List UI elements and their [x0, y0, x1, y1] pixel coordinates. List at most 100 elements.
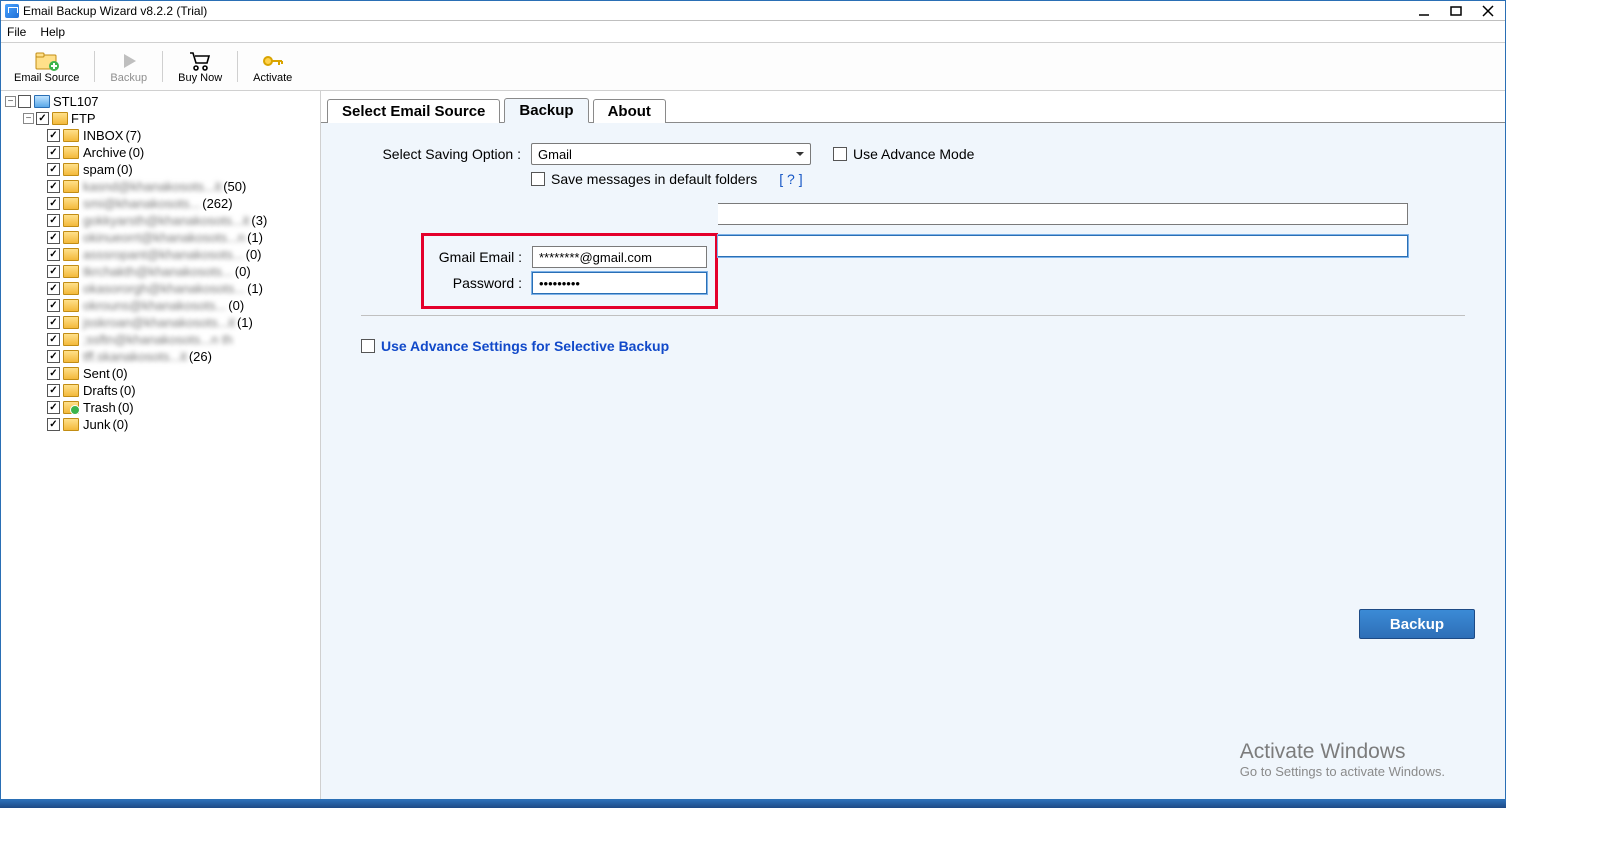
folder-label: tff.skanakosots...it — [83, 349, 187, 364]
email-row: Gmail Email : — [432, 246, 707, 268]
toolbar-separator — [162, 51, 163, 82]
tab-select-source[interactable]: Select Email Source — [327, 99, 500, 123]
folder-count: (0) — [120, 383, 136, 398]
checkbox[interactable] — [47, 367, 60, 380]
checkbox[interactable] — [47, 129, 60, 142]
folder-label: Drafts — [83, 383, 118, 398]
toolbar-separator — [237, 51, 238, 82]
gmail-email-input-ext[interactable] — [718, 203, 1408, 225]
folder-label: okasororgh@khanakosots... — [83, 281, 245, 296]
folder-label: okinueorrt@khanakosots...n — [83, 230, 245, 245]
checkbox[interactable] — [47, 231, 60, 244]
taskbar-strip — [0, 800, 1506, 808]
checkbox[interactable] — [47, 418, 60, 431]
save-default-checkbox[interactable] — [531, 172, 545, 186]
watermark-sub: Go to Settings to activate Windows. — [1240, 764, 1445, 779]
collapse-icon[interactable]: − — [5, 96, 16, 107]
tree-item[interactable]: Trash(0) — [1, 399, 320, 416]
tree-ftp[interactable]: − FTP — [1, 110, 320, 127]
use-advance-mode-checkbox[interactable] — [833, 147, 847, 161]
tree-item[interactable]: tkrchakth@khanakosots...(0) — [1, 263, 320, 280]
toolbar-activate[interactable]: Activate — [244, 45, 301, 88]
checkbox[interactable] — [47, 146, 60, 159]
folder-icon — [63, 197, 79, 210]
toolbar-email-source[interactable]: Email Source — [5, 45, 88, 88]
checkbox[interactable] — [47, 282, 60, 295]
folder-icon — [52, 112, 68, 125]
tree-item[interactable]: smi@khanakosots...(262) — [1, 195, 320, 212]
checkbox[interactable] — [47, 350, 60, 363]
computer-icon — [34, 95, 50, 108]
tree-item[interactable]: ;ssftn@khanakosots...n th — [1, 331, 320, 348]
checkbox[interactable] — [18, 95, 31, 108]
tab-backup[interactable]: Backup — [504, 98, 588, 123]
folder-count: (0) — [228, 298, 244, 313]
checkbox[interactable] — [36, 112, 49, 125]
folder-count: (0) — [128, 145, 144, 160]
toolbar-backup-label: Backup — [110, 72, 147, 84]
password-input[interactable] — [532, 272, 707, 294]
tree-root[interactable]: − STL107 — [1, 93, 320, 110]
minimize-button[interactable] — [1417, 4, 1431, 18]
menu-help[interactable]: Help — [40, 25, 65, 39]
advance-settings-checkbox[interactable] — [361, 339, 375, 353]
checkbox[interactable] — [47, 333, 60, 346]
folder-label: smi@khanakosots... — [83, 196, 200, 211]
checkbox[interactable] — [47, 265, 60, 278]
folder-label: Junk — [83, 417, 110, 432]
toolbar-buy-now[interactable]: Buy Now — [169, 45, 231, 88]
credentials-highlight-box: Gmail Email : Password : — [421, 233, 718, 309]
tree-item[interactable]: spam(0) — [1, 161, 320, 178]
tree-item[interactable]: gokkyarsth@khanakosots...it(3) — [1, 212, 320, 229]
close-button[interactable] — [1481, 4, 1495, 18]
gmail-email-input[interactable] — [532, 246, 707, 268]
tree-item[interactable]: okasororgh@khanakosots...(1) — [1, 280, 320, 297]
titlebar: Email Backup Wizard v8.2.2 (Trial) — [1, 1, 1505, 21]
checkbox[interactable] — [47, 401, 60, 414]
checkbox[interactable] — [47, 316, 60, 329]
folder-icon — [63, 384, 79, 397]
tree-item[interactable]: Archive(0) — [1, 144, 320, 161]
tree-item[interactable]: asssropant@khanakosots...(0) — [1, 246, 320, 263]
collapse-icon[interactable]: − — [23, 113, 34, 124]
checkbox[interactable] — [47, 299, 60, 312]
checkbox[interactable] — [47, 197, 60, 210]
tab-about[interactable]: About — [593, 99, 666, 123]
checkbox[interactable] — [47, 384, 60, 397]
tree-item[interactable]: kasnd@khanakosots...it(50) — [1, 178, 320, 195]
menu-file[interactable]: File — [7, 25, 26, 39]
maximize-button[interactable] — [1449, 4, 1463, 18]
folder-tree[interactable]: − STL107 − FTP INBOX(7)Archive(0)spam(0)… — [1, 91, 321, 799]
tree-item[interactable]: jsskroan@khanakosots...it(1) — [1, 314, 320, 331]
checkbox[interactable] — [47, 214, 60, 227]
folder-add-icon — [35, 50, 59, 72]
checkbox[interactable] — [47, 248, 60, 261]
folder-icon — [63, 282, 79, 295]
folder-count: (0) — [246, 247, 262, 262]
folder-label: tkrchakth@khanakosots... — [83, 264, 233, 279]
checkbox[interactable] — [47, 163, 60, 176]
tree-item[interactable]: Junk(0) — [1, 416, 320, 433]
backup-button[interactable]: Backup — [1359, 609, 1475, 639]
password-input-ext[interactable] — [718, 235, 1408, 257]
tree-item[interactable]: Sent(0) — [1, 365, 320, 382]
folder-icon — [63, 401, 79, 414]
folder-icon — [63, 316, 79, 329]
folder-icon — [63, 129, 79, 142]
folder-icon — [63, 180, 79, 193]
separator — [361, 315, 1465, 316]
saving-option-select[interactable]: Gmail — [531, 143, 811, 165]
tree-item[interactable]: tff.skanakosots...it(26) — [1, 348, 320, 365]
tree-item[interactable]: Drafts(0) — [1, 382, 320, 399]
help-link[interactable]: [ ? ] — [779, 171, 802, 187]
checkbox[interactable] — [47, 180, 60, 193]
folder-count: (1) — [237, 315, 253, 330]
tree-item[interactable]: okinueorrt@khanakosots...n(1) — [1, 229, 320, 246]
folder-count: (0) — [235, 264, 251, 279]
save-default-label: Save messages in default folders — [551, 171, 757, 187]
toolbar-separator — [94, 51, 95, 82]
tree-item[interactable]: okrouns@khanakosots...(0) — [1, 297, 320, 314]
folder-icon — [63, 333, 79, 346]
folder-count: (7) — [125, 128, 141, 143]
tree-item[interactable]: INBOX(7) — [1, 127, 320, 144]
